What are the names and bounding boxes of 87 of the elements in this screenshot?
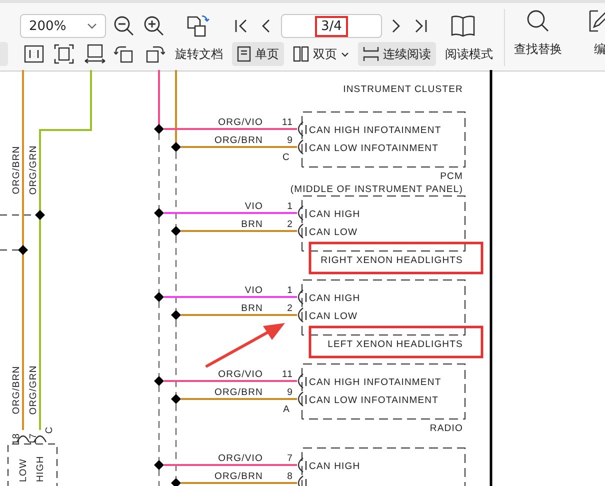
component-caption: RADIO (430, 423, 463, 434)
page-number-field[interactable]: 3/4 (281, 14, 382, 38)
wire (158, 70, 160, 126)
pin-number: 18 (11, 433, 22, 445)
component-outline (8, 444, 58, 486)
chevron-down-icon (87, 23, 97, 29)
single-page-icon (237, 46, 251, 62)
connector-symbol (298, 223, 307, 239)
component-caption: LEFT XENON HEADLIGHTS (328, 339, 463, 350)
wire-label: VIO (244, 285, 263, 296)
continuous-scroll-icon (363, 46, 379, 62)
connector-label: C (282, 152, 290, 163)
wire-label: ORG/BRN (214, 471, 263, 482)
wire-label: BRN (241, 303, 263, 314)
connector-symbol (298, 139, 307, 155)
connector-symbol (298, 205, 307, 221)
last-page-icon[interactable] (414, 18, 428, 34)
component-caption: RIGHT XENON HEADLIGHTS (320, 255, 463, 266)
edit-icon (588, 9, 605, 33)
pin-number: 1 (287, 201, 293, 212)
pin-number: 9 (287, 387, 293, 398)
fit-width-icon[interactable] (84, 44, 106, 64)
zoom-in-icon[interactable] (143, 15, 165, 37)
view-mode-button[interactable]: 连续阅读 (358, 42, 436, 66)
connector-symbol (298, 307, 307, 323)
connector-symbol (298, 457, 307, 473)
component-caption: INSTRUMENT CLUSTER (343, 84, 463, 95)
search-icon (526, 9, 550, 33)
fit-page-icon[interactable] (54, 44, 74, 64)
caret-icon (341, 52, 349, 56)
rotate-document-icon[interactable] (186, 14, 210, 38)
pin-name: CAN LOW INFOTAINMENT (309, 143, 439, 154)
connector-symbol (298, 121, 307, 137)
wire-label: ORG/BRN (214, 135, 263, 146)
rotate-left-icon[interactable] (114, 44, 134, 64)
wire-label: ORG/GRN (28, 145, 39, 195)
rotate-right-icon[interactable] (145, 44, 165, 64)
pin-number: 2 (287, 303, 293, 314)
connector-symbol (298, 373, 307, 389)
next-page-icon[interactable] (390, 18, 402, 34)
wire-label: ORG/BRN (11, 146, 22, 194)
pin-name: CAN HIGH (309, 461, 360, 472)
wire-label: ORG/VIO (218, 369, 263, 380)
pin-number: 2 (287, 219, 293, 230)
pin-name: LOW (18, 458, 29, 482)
pin-name: CAN HIGH INFOTAINMENT (309, 377, 442, 388)
zoom-select[interactable]: 200% (20, 14, 106, 38)
component-caption: PCM (440, 171, 463, 182)
wire-label: ORG/VIO (218, 117, 263, 128)
pin-name: HIGH (35, 456, 46, 482)
wire-label: ORG/GRN (28, 365, 39, 415)
connector-symbol (298, 289, 307, 305)
wire-label: ORG/BRN (214, 387, 263, 398)
pin-number: 17 (28, 433, 39, 445)
pin-number: 11 (282, 369, 293, 380)
wire-label: ORG/VIO (218, 453, 263, 464)
connector-label: C (44, 426, 55, 434)
view-mode-button[interactable]: 双页 (288, 42, 354, 66)
view-mode-button[interactable]: 阅读模式 (440, 42, 498, 66)
toolbar-tool-button[interactable]: 编 (575, 3, 605, 70)
first-page-icon[interactable] (234, 18, 248, 34)
pin-number: 9 (287, 135, 293, 146)
zoom-out-icon[interactable] (113, 15, 135, 37)
connector-symbol (298, 475, 307, 486)
pin-number: 7 (287, 453, 293, 464)
component-caption: (MIDDLE OF INSTRUMENT PANEL) (290, 184, 463, 195)
wire-label: VIO (244, 201, 263, 212)
actual-size-icon[interactable] (24, 45, 44, 63)
pin-name: CAN HIGH (309, 209, 360, 220)
wire-label: BRN (241, 219, 263, 230)
pin-name: CAN HIGH INFOTAINMENT (309, 125, 442, 136)
pin-number: 8 (287, 471, 293, 482)
pin-name: CAN LOW INFOTAINMENT (309, 395, 439, 406)
pin-name: CAN LOW (309, 311, 358, 322)
pin-name: CAN HIGH (309, 293, 360, 304)
open-book-icon[interactable] (450, 14, 476, 38)
pin-name: CAN LOW (309, 227, 358, 238)
two-page-icon (293, 46, 309, 62)
connector-symbol (298, 391, 307, 407)
view-mode-button[interactable]: 单页 (232, 42, 284, 66)
pin-number: 11 (282, 117, 293, 128)
pin-number: 1 (287, 285, 293, 296)
wire-label: ORG/BRN (11, 366, 22, 414)
connector-label: A (283, 404, 290, 415)
toolbar-tool-button[interactable]: 查找替换 (513, 3, 563, 70)
previous-page-icon[interactable] (260, 18, 272, 34)
view-mode-button[interactable]: 旋转文档 (170, 42, 228, 66)
